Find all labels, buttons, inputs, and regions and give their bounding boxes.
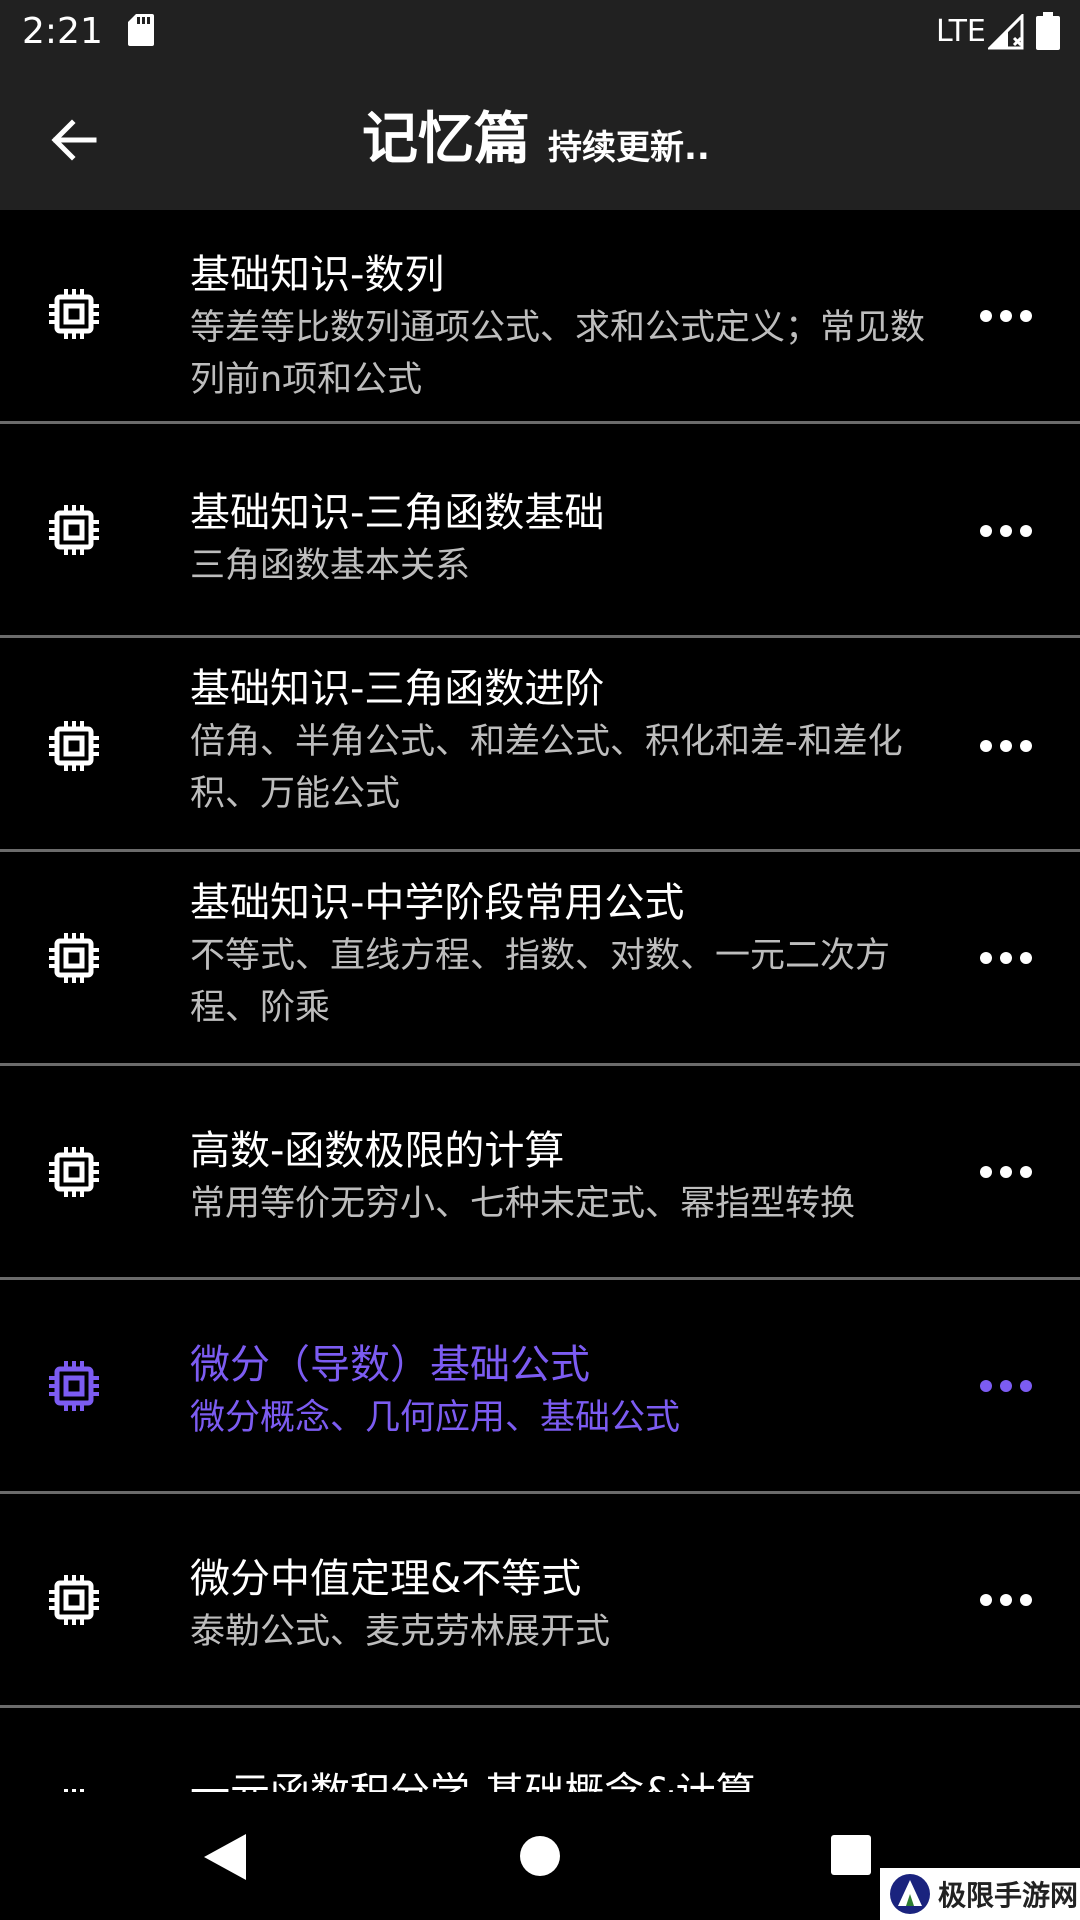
nav-back-button[interactable] bbox=[202, 1832, 248, 1882]
watermark: 极限手游网 bbox=[880, 1868, 1080, 1920]
nav-home-button[interactable] bbox=[518, 1834, 562, 1878]
list-item[interactable]: 基础知识-三角函数进阶 倍角、半角公式、和差公式、积化和差-和差化积、万能公式 bbox=[0, 638, 1080, 852]
list-item[interactable]: 微分中值定理&不等式 泰勒公式、麦克劳林展开式 bbox=[0, 1494, 1080, 1708]
more-options-icon[interactable] bbox=[974, 726, 1038, 766]
item-description: 倍角、半角公式、和差公式、积化和差-和差化积、万能公式 bbox=[190, 722, 903, 814]
app-bar: 记忆篇 持续更新.. bbox=[0, 64, 1080, 210]
list-item[interactable]: 基础知识-数列 等差等比数列通项公式、求和公式定义；常见数列前n项和公式 bbox=[0, 210, 1080, 424]
item-description: 微分概念、几何应用、基础公式 bbox=[190, 1398, 681, 1438]
sd-card-icon bbox=[128, 14, 154, 46]
item-title: 基础知识-三角函数基础 bbox=[190, 490, 605, 536]
item-description: 三角函数基本关系 bbox=[190, 546, 471, 586]
more-options-icon[interactable] bbox=[974, 511, 1038, 551]
network-type: LTE bbox=[936, 14, 986, 49]
item-title: 基础知识-数列 bbox=[190, 252, 445, 298]
item-title: 基础知识-中学阶段常用公式 bbox=[190, 880, 685, 926]
list-item[interactable]: 微分（导数）基础公式 微分概念、几何应用、基础公式 bbox=[0, 1280, 1080, 1494]
item-description: 常用等价无穷小、七种未定式、幂指型转换 bbox=[190, 1184, 856, 1224]
list-item[interactable]: 基础知识-三角函数基础 三角函数基本关系 bbox=[0, 424, 1080, 638]
chip-icon bbox=[49, 1147, 99, 1197]
more-options-icon[interactable] bbox=[974, 1366, 1038, 1406]
chip-icon bbox=[49, 721, 99, 771]
item-description: 泰勒公式、麦克劳林展开式 bbox=[190, 1612, 611, 1652]
page-subtitle: 持续更新.. bbox=[548, 128, 710, 168]
battery-icon bbox=[1036, 12, 1060, 50]
item-title: 高数-函数极限的计算 bbox=[190, 1128, 565, 1174]
item-title: 一元函数积分学-基础概念&计算 bbox=[190, 1766, 930, 1792]
nav-recents-button[interactable] bbox=[830, 1834, 872, 1876]
item-description: 等差等比数列通项公式、求和公式定义；常见数列前n项和公式 bbox=[190, 308, 926, 400]
chip-icon bbox=[49, 933, 99, 983]
more-options-icon[interactable] bbox=[974, 296, 1038, 336]
signal-icon bbox=[988, 14, 1024, 50]
more-options-icon[interactable] bbox=[974, 1152, 1038, 1192]
item-title: 基础知识-三角函数进阶 bbox=[190, 666, 605, 712]
more-options-icon[interactable] bbox=[974, 938, 1038, 978]
formula-list[interactable]: 基础知识-数列 等差等比数列通项公式、求和公式定义；常见数列前n项和公式 基础知… bbox=[0, 210, 1080, 1792]
page-title: 记忆篇 bbox=[362, 107, 530, 172]
chip-icon bbox=[49, 1575, 99, 1625]
back-button[interactable] bbox=[36, 102, 112, 178]
item-description: 不等式、直线方程、指数、对数、一元二次方程、阶乘 bbox=[190, 936, 891, 1028]
item-title: 微分（导数）基础公式 bbox=[190, 1342, 590, 1388]
list-item[interactable]: 基础知识-中学阶段常用公式 不等式、直线方程、指数、对数、一元二次方程、阶乘 bbox=[0, 852, 1080, 1066]
list-item[interactable]: 一元函数积分学-基础概念&计算 bbox=[0, 1708, 1080, 1792]
status-bar: 2:21 LTE bbox=[0, 0, 1080, 64]
watermark-text: 极限手游网 bbox=[938, 1879, 1079, 1912]
more-options-icon[interactable] bbox=[974, 1580, 1038, 1620]
list-item[interactable]: 高数-函数极限的计算 常用等价无穷小、七种未定式、幂指型转换 bbox=[0, 1066, 1080, 1280]
item-title: 微分中值定理&不等式 bbox=[190, 1556, 582, 1602]
status-time: 2:21 bbox=[22, 11, 103, 52]
chip-icon bbox=[49, 289, 99, 339]
watermark-logo-icon bbox=[890, 1874, 930, 1914]
chip-icon bbox=[49, 505, 99, 555]
arrow-left-icon bbox=[51, 119, 97, 161]
chip-icon bbox=[49, 1361, 99, 1411]
